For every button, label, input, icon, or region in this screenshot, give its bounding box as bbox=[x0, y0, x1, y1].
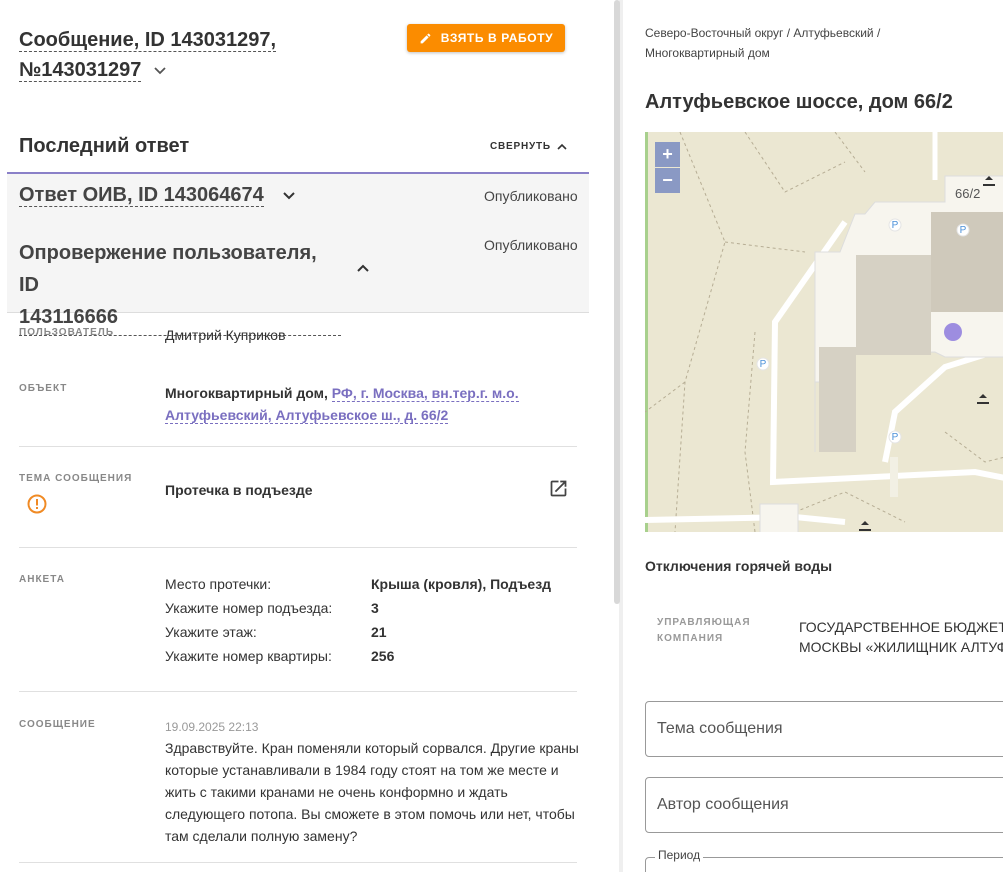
divider bbox=[19, 547, 577, 548]
topic-label: ТЕМА СООБЩЕНИЯ bbox=[19, 473, 133, 484]
form-label: АНКЕТА bbox=[19, 574, 65, 585]
refutation-title-line1[interactable]: Опровержение пользователя, ID bbox=[19, 237, 341, 301]
chevron-down-icon[interactable] bbox=[153, 66, 167, 76]
message-title-line1[interactable]: Сообщение, ID 143031297, bbox=[19, 29, 277, 52]
management-company-line1: ГОСУДАРСТВЕННОЕ БЮДЖЕТНО bbox=[799, 619, 1003, 635]
object-address-link-line2[interactable]: Алтуфьевский, Алтуфьевское ш., д. 66/2 bbox=[165, 407, 449, 424]
collapse-label: СВЕРНУТЬ bbox=[490, 141, 551, 152]
chevron-up-icon[interactable] bbox=[356, 263, 370, 273]
form-answer: 3 bbox=[371, 600, 379, 616]
message-line: жить с такими кранами не очень конформно… bbox=[165, 784, 508, 800]
management-company-label: УПРАВЛЯЮЩАЯ КОМПАНИЯ bbox=[657, 617, 751, 644]
chevron-down-icon[interactable] bbox=[282, 191, 296, 201]
left-scrollbar[interactable] bbox=[614, 0, 620, 604]
breadcrumb-line1[interactable]: Северо-Восточный округ / Алтуфьевский / bbox=[645, 23, 925, 43]
form-answer: 21 bbox=[371, 624, 387, 640]
chevron-up-icon bbox=[557, 143, 567, 150]
user-label: ПОЛЬЗОВАТЕЛЬ bbox=[19, 327, 115, 338]
topic-field-label: Тема сообщения bbox=[657, 720, 783, 737]
object-type: Многоквартирный дом, bbox=[165, 385, 328, 401]
map[interactable]: P P P P 66/2 + − bbox=[645, 132, 1003, 532]
divider bbox=[19, 862, 577, 863]
management-company-line2: МОСКВЫ «ЖИЛИЩНИК АЛТУФЬ bbox=[799, 639, 1003, 655]
message-line: там сделали полную замену? bbox=[165, 828, 358, 844]
answer-title[interactable]: Ответ ОИВ, ID 143064674 bbox=[19, 184, 264, 207]
topic-value: Протечка в подъезде bbox=[165, 482, 313, 498]
take-to-work-label: ВЗЯТЬ В РАБОТУ bbox=[440, 31, 554, 45]
take-to-work-button[interactable]: ВЗЯТЬ В РАБОТУ bbox=[407, 24, 565, 52]
message-line: Здравствуйте. Кран поменяли который сорв… bbox=[165, 740, 579, 756]
answer-row[interactable]: Ответ ОИВ, ID 143064674 bbox=[19, 184, 296, 207]
form-question: Место протечки: bbox=[165, 576, 272, 592]
svg-text:P: P bbox=[892, 432, 899, 443]
message-line: следующего потопа. Вы сможете в этом пом… bbox=[165, 806, 575, 822]
message-line: которые устанавливали в 1984 году стоят … bbox=[165, 762, 559, 778]
breadcrumb: Северо-Восточный округ / Алтуфьевский / … bbox=[645, 23, 925, 63]
form-question: Укажите этаж: bbox=[165, 624, 257, 640]
author-field-label: Автор сообщения bbox=[657, 796, 789, 813]
pencil-icon bbox=[420, 33, 431, 43]
form-answers: Крыша (кровля), Подъезд 3 21 256 bbox=[371, 572, 551, 668]
map-house-number: 66/2 bbox=[955, 186, 980, 201]
object-address-link[interactable]: РФ, г. Москва, вн.тер.г. м.о. bbox=[331, 385, 519, 402]
hot-water-outages[interactable]: Отключения горячей воды bbox=[645, 558, 832, 574]
form-questions: Место протечки: Укажите номер подъезда: … bbox=[165, 572, 332, 668]
svg-text:P: P bbox=[960, 225, 967, 236]
management-company-value: ГОСУДАРСТВЕННОЕ БЮДЖЕТНО МОСКВЫ «ЖИЛИЩНИ… bbox=[799, 617, 1003, 657]
breadcrumb-line2[interactable]: Многоквартирный дом bbox=[645, 43, 925, 63]
author-field[interactable]: Автор сообщения bbox=[645, 777, 1003, 833]
message-panel: Сообщение, ID 143031297, №143031297 ВЗЯТ… bbox=[0, 0, 612, 872]
message-date: 19.09.2025 22:13 bbox=[165, 720, 259, 734]
form-question: Укажите номер квартиры: bbox=[165, 648, 332, 664]
form-answer: 256 bbox=[371, 648, 395, 664]
message-text: Здравствуйте. Кран поменяли который сорв… bbox=[165, 737, 585, 847]
svg-text:P: P bbox=[892, 220, 899, 231]
message-label: СООБЩЕНИЕ bbox=[19, 719, 96, 730]
zoom-out-button[interactable]: − bbox=[655, 168, 680, 193]
message-title-line2[interactable]: №143031297 bbox=[19, 59, 142, 82]
form-question: Укажите номер подъезда: bbox=[165, 600, 333, 616]
answer-status: Опубликовано bbox=[484, 188, 578, 204]
object-panel: Северо-Восточный округ / Алтуфьевский / … bbox=[623, 0, 1003, 872]
object-value: Многоквартирный дом, РФ, г. Москва, вн.т… bbox=[165, 382, 575, 426]
collapse-button[interactable]: СВЕРНУТЬ bbox=[490, 141, 567, 152]
topic-field[interactable]: Тема сообщения bbox=[645, 701, 1003, 757]
svg-text:P: P bbox=[760, 359, 767, 370]
last-answer-heading: Последний ответ bbox=[19, 135, 190, 157]
refutation-row[interactable]: Опровержение пользователя, ID 143116666 bbox=[19, 237, 341, 336]
user-value: Дмитрий Куприков bbox=[165, 327, 286, 343]
period-field-label: Период bbox=[655, 848, 704, 862]
message-title[interactable]: Сообщение, ID 143031297, №143031297 bbox=[19, 25, 277, 85]
open-in-new-icon[interactable] bbox=[548, 478, 569, 499]
object-label: ОБЪЕКТ bbox=[19, 383, 68, 394]
zoom-in-button[interactable]: + bbox=[655, 142, 680, 167]
warning-icon bbox=[27, 494, 47, 514]
divider bbox=[19, 446, 577, 447]
object-address: Алтуфьевское шоссе, дом 66/2 bbox=[645, 91, 953, 113]
divider bbox=[19, 691, 577, 692]
refutation-status: Опубликовано bbox=[484, 237, 578, 253]
map-canvas[interactable]: P P P P 66/2 bbox=[645, 132, 1003, 532]
form-answer: Крыша (кровля), Подъезд bbox=[371, 576, 552, 592]
